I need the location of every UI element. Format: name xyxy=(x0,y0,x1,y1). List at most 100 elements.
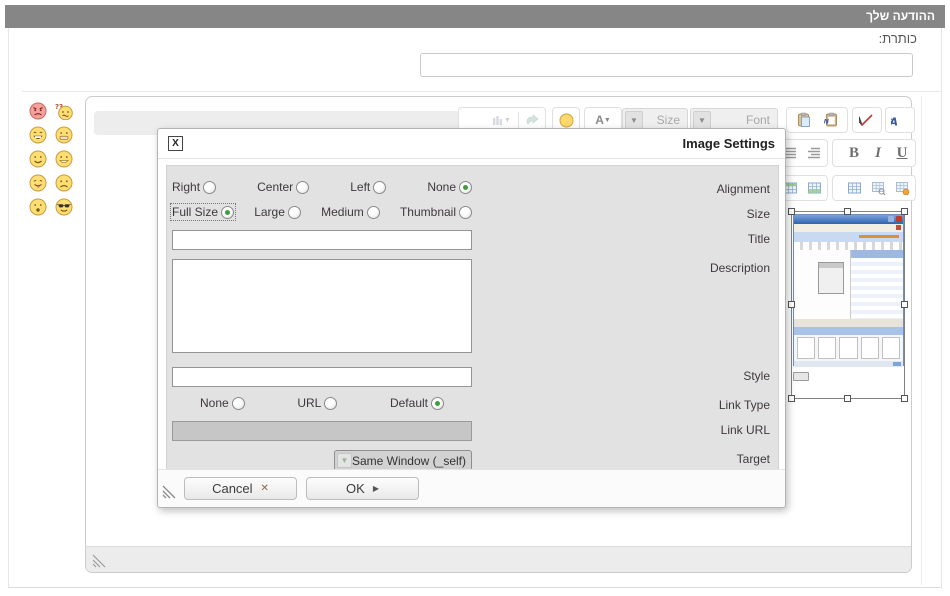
toolbar-group-table-edit xyxy=(832,175,916,201)
font-size-label: Size xyxy=(657,113,680,127)
description-label: Description xyxy=(710,259,770,275)
bold-button[interactable]: B xyxy=(843,143,865,163)
dialog-footer: ✕ Cancel ▶ OK xyxy=(158,469,785,507)
screenshot-menubar xyxy=(794,224,903,232)
print-icon[interactable] xyxy=(521,110,543,130)
dialog-resize-grip[interactable] xyxy=(162,482,179,504)
alignment-label: Alignment xyxy=(717,180,770,196)
resize-handle-bottom-right[interactable] xyxy=(901,395,908,402)
resize-handle-top-center[interactable] xyxy=(844,208,851,215)
emoticon-panel: ?? xyxy=(29,102,74,216)
smiley-surprised-icon[interactable] xyxy=(29,198,47,216)
alignment-radio-group: None Left Center Right xyxy=(172,180,472,194)
radio-size-medium[interactable]: Medium xyxy=(321,205,380,219)
svg-text:A: A xyxy=(891,116,898,129)
resize-handle-mid-right[interactable] xyxy=(901,301,908,308)
radio-circle[interactable] xyxy=(296,181,309,194)
radio-link-default[interactable]: Default xyxy=(390,396,444,410)
link-type-radio-group: Default URL None xyxy=(172,396,472,410)
ok-button[interactable]: ▶ OK xyxy=(306,477,419,500)
toolbar-group-basicstyles: U I B xyxy=(832,139,916,167)
remove-format-icon[interactable]: A xyxy=(855,110,879,130)
screenshot-subheader xyxy=(794,327,903,335)
smiley-tongue-wink-icon[interactable] xyxy=(29,174,47,192)
radio-size-large[interactable]: Large xyxy=(254,205,301,219)
smiley-confused-icon[interactable]: ?? xyxy=(55,102,73,120)
font-family-label: Font xyxy=(746,113,770,127)
radio-circle[interactable] xyxy=(288,206,301,219)
target-label: Target xyxy=(737,450,770,466)
radio-circle[interactable] xyxy=(367,206,380,219)
radio-align-none[interactable]: None xyxy=(427,180,472,194)
editor-statusbar xyxy=(86,546,911,572)
screenshot-textrow xyxy=(794,242,903,250)
resize-handle-top-right[interactable] xyxy=(901,208,908,215)
smiley-grinning-teeth-icon[interactable] xyxy=(55,126,73,144)
title-input[interactable] xyxy=(172,230,472,250)
paste-icon[interactable] xyxy=(791,110,817,130)
radio-size-full[interactable]: Full Size xyxy=(172,205,234,219)
radio-circle[interactable] xyxy=(203,181,216,194)
resize-handle-bottom-left[interactable] xyxy=(788,395,795,402)
radio-circle[interactable] xyxy=(459,206,472,219)
radio-circle[interactable] xyxy=(221,206,234,219)
smiley-happy-icon[interactable] xyxy=(29,150,47,168)
text-color-dropdown[interactable]: ▼A xyxy=(587,110,619,130)
smiley-cool-icon[interactable] xyxy=(55,198,73,216)
chevron-down-icon: ▼ xyxy=(337,453,352,468)
radio-align-center[interactable]: Center xyxy=(257,180,309,194)
target-dropdown[interactable]: Same Window (_self) ▼ xyxy=(334,450,472,471)
link-url-input xyxy=(172,421,472,441)
subject-input[interactable] xyxy=(420,53,913,77)
link-type-label: Link Type xyxy=(719,396,770,412)
inserted-image[interactable] xyxy=(793,214,904,366)
italic-button[interactable]: I xyxy=(867,143,889,163)
radio-circle[interactable] xyxy=(324,397,337,410)
description-textarea[interactable] xyxy=(172,259,472,353)
smiley-laughing-icon[interactable] xyxy=(29,126,47,144)
table-properties-icon[interactable] xyxy=(867,178,889,198)
editor-resize-grip[interactable] xyxy=(92,551,109,573)
insert-media-dropdown[interactable]: ▼ xyxy=(486,110,516,130)
text-style-icon[interactable]: AA xyxy=(888,110,912,130)
chevron-down-icon[interactable]: ▼ xyxy=(693,111,711,129)
table-delete-icon[interactable] xyxy=(891,178,913,198)
smiley-big-grin-icon[interactable] xyxy=(55,150,73,168)
cancel-x-icon: ✕ xyxy=(261,483,269,494)
smiley-angry-icon[interactable] xyxy=(29,102,47,120)
style-label: Style xyxy=(743,367,770,383)
image-settings-dialog: Image Settings X Alignment None Left Cen… xyxy=(157,128,786,508)
smiley-icon[interactable] xyxy=(555,110,577,130)
radio-circle[interactable] xyxy=(232,397,245,410)
resize-handle-bottom-center[interactable] xyxy=(844,395,851,402)
radio-link-none[interactable]: None xyxy=(200,396,245,410)
toolbar-group-style: AA xyxy=(885,107,915,133)
smiley-sad-icon[interactable] xyxy=(55,174,73,192)
radio-link-url[interactable]: URL xyxy=(297,396,337,410)
ok-arrow-icon: ▶ xyxy=(373,484,379,493)
paste-from-word-icon[interactable]: W xyxy=(819,110,845,130)
table-plain-icon[interactable] xyxy=(843,178,865,198)
radio-circle[interactable] xyxy=(431,397,444,410)
align-right-icon[interactable] xyxy=(803,143,825,163)
cancel-button[interactable]: ✕ Cancel xyxy=(184,477,297,500)
resize-handle-top-left[interactable] xyxy=(788,208,795,215)
underline-button[interactable]: U xyxy=(891,143,913,163)
chevron-down-icon[interactable]: ▼ xyxy=(625,111,643,129)
page-title: ההודעה שלך xyxy=(866,9,935,23)
screenshot-footer xyxy=(794,361,903,367)
screenshot-thumbnails xyxy=(794,335,903,361)
radio-align-left[interactable]: Left xyxy=(350,180,386,194)
link-url-label: Link URL xyxy=(721,421,770,437)
radio-size-thumbnail[interactable]: Thumbnail xyxy=(400,205,472,219)
divider xyxy=(22,91,942,92)
style-input[interactable] xyxy=(172,367,472,387)
resize-handle-mid-left[interactable] xyxy=(788,301,795,308)
table-insert-row-icon[interactable] xyxy=(803,178,825,198)
radio-circle[interactable] xyxy=(373,181,386,194)
radio-circle[interactable] xyxy=(459,181,472,194)
radio-align-right[interactable]: Right xyxy=(172,180,216,194)
close-button[interactable]: X xyxy=(168,136,183,151)
size-label: Size xyxy=(747,205,770,221)
screenshot-banner xyxy=(794,232,903,242)
